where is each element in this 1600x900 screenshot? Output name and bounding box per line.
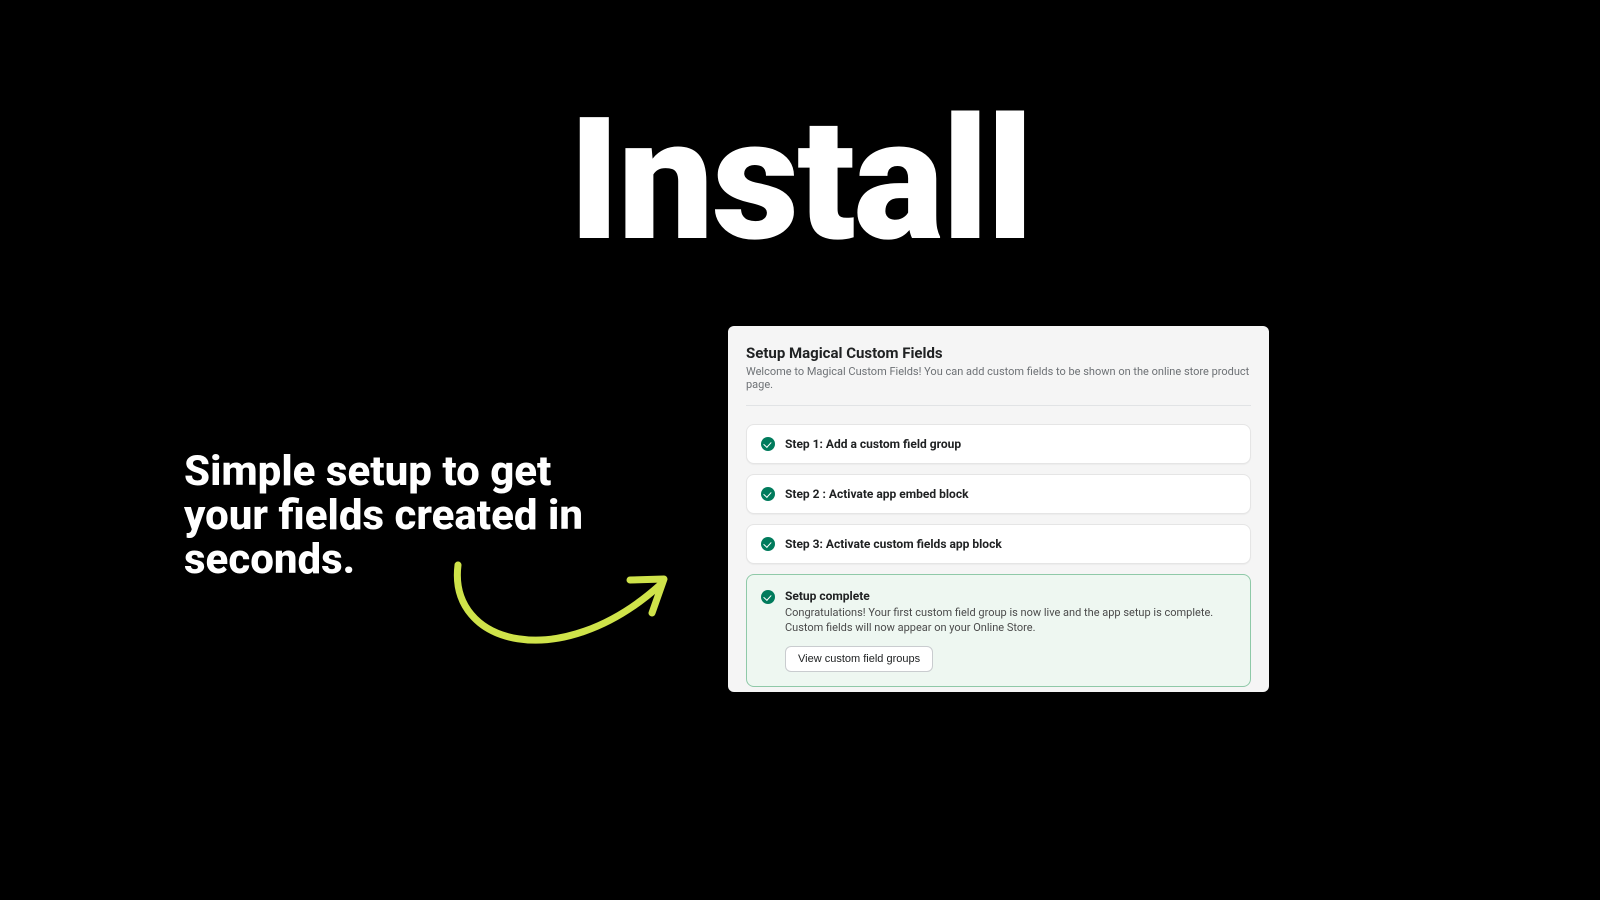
complete-title: Setup complete	[785, 589, 1236, 603]
check-icon	[761, 437, 775, 451]
step-title: Step 3: Activate custom fields app block	[785, 537, 1002, 551]
step-row-3[interactable]: Step 3: Activate custom fields app block	[746, 524, 1251, 564]
view-custom-field-groups-button[interactable]: View custom field groups	[785, 646, 933, 672]
step-title: Step 1: Add a custom field group	[785, 437, 961, 451]
step-row-2[interactable]: Step 2 : Activate app embed block	[746, 474, 1251, 514]
setup-complete-card: Setup complete Congratulations! Your fir…	[746, 574, 1251, 687]
panel-title: Setup Magical Custom Fields	[746, 344, 1251, 362]
check-icon	[761, 537, 775, 551]
step-row-1[interactable]: Step 1: Add a custom field group	[746, 424, 1251, 464]
check-icon	[761, 487, 775, 501]
hero-title: Install	[0, 80, 1600, 280]
check-icon	[761, 590, 775, 604]
setup-panel: Setup Magical Custom Fields Welcome to M…	[728, 326, 1269, 692]
marketing-subhead: Simple setup to get your fields created …	[184, 450, 584, 582]
divider	[746, 405, 1251, 406]
panel-subtitle: Welcome to Magical Custom Fields! You ca…	[746, 365, 1251, 391]
complete-body: Congratulations! Your first custom field…	[785, 606, 1236, 636]
step-title: Step 2 : Activate app embed block	[785, 487, 969, 501]
